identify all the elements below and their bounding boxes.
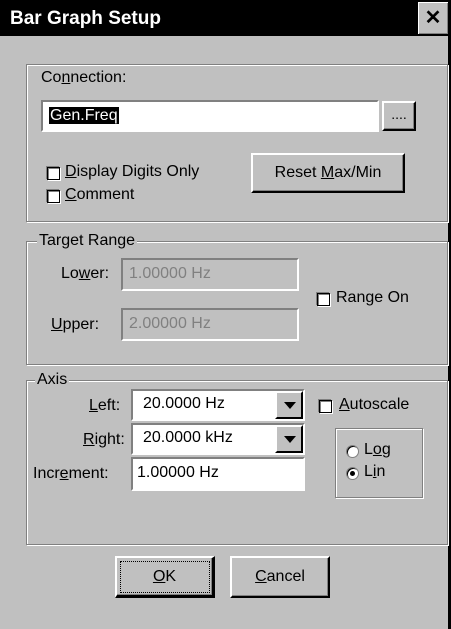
lin-label[interactable]: Lin xyxy=(364,462,385,482)
chevron-down-icon[interactable] xyxy=(275,391,303,419)
title-bar[interactable]: Bar Graph Setup ✕ xyxy=(0,0,448,36)
display-digits-only-checkbox[interactable] xyxy=(47,167,60,180)
lower-input[interactable]: 1.00000 Hz xyxy=(121,258,299,291)
target-range-group: Target Range Lower: 1.00000 Hz Upper: 2.… xyxy=(26,231,448,365)
range-on-checkbox[interactable] xyxy=(317,293,330,306)
chevron-down-icon[interactable] xyxy=(275,425,303,453)
radio-dot xyxy=(350,471,355,476)
connection-input[interactable]: Gen.Freq xyxy=(41,100,379,132)
reset-max-min-button[interactable]: Reset Max/Min xyxy=(251,153,405,193)
connection-label: Connection: xyxy=(41,69,127,86)
comment-label[interactable]: Comment xyxy=(65,185,134,205)
log-label[interactable]: Log xyxy=(364,440,391,460)
window-title: Bar Graph Setup xyxy=(10,8,161,29)
ok-button[interactable]: OK xyxy=(115,556,215,598)
axis-group: Axis Left: 20.0000 Hz Right: 20.0000 kHz… xyxy=(26,370,448,545)
bar-graph-setup-dialog: Bar Graph Setup ✕ Connection: Gen.Freq .… xyxy=(0,0,451,629)
target-range-legend: Target Range xyxy=(37,231,138,251)
autoscale-checkbox[interactable] xyxy=(319,400,332,413)
right-dropdown[interactable]: 20.0000 kHz xyxy=(131,423,305,455)
comment-checkbox[interactable] xyxy=(47,190,60,203)
connection-group: Connection: Gen.Freq .... Display Digits… xyxy=(26,64,448,222)
left-dropdown[interactable]: 20.0000 Hz xyxy=(131,389,305,421)
increment-label: Increment: xyxy=(33,465,109,482)
autoscale-label[interactable]: Autoscale xyxy=(339,395,409,415)
lin-radio[interactable] xyxy=(346,467,359,480)
left-label: Left: xyxy=(89,397,121,414)
log-radio[interactable] xyxy=(346,445,359,458)
right-label: Right: xyxy=(83,431,125,448)
upper-label: Upper: xyxy=(51,316,100,333)
close-button[interactable]: ✕ xyxy=(418,2,448,34)
display-digits-only-label[interactable]: Display Digits Only xyxy=(65,162,199,182)
lower-label: Lower: xyxy=(61,265,110,282)
increment-input[interactable]: 1.00000 Hz xyxy=(131,457,305,491)
close-icon: ✕ xyxy=(424,7,442,29)
range-on-label[interactable]: Range On xyxy=(336,288,409,308)
upper-input[interactable]: 2.00000 Hz xyxy=(121,308,299,341)
axis-legend: Axis xyxy=(35,370,70,390)
browse-connection-button[interactable]: .... xyxy=(382,101,416,131)
cancel-button[interactable]: Cancel xyxy=(230,556,330,598)
scale-type-group: Log Lin xyxy=(335,428,423,498)
